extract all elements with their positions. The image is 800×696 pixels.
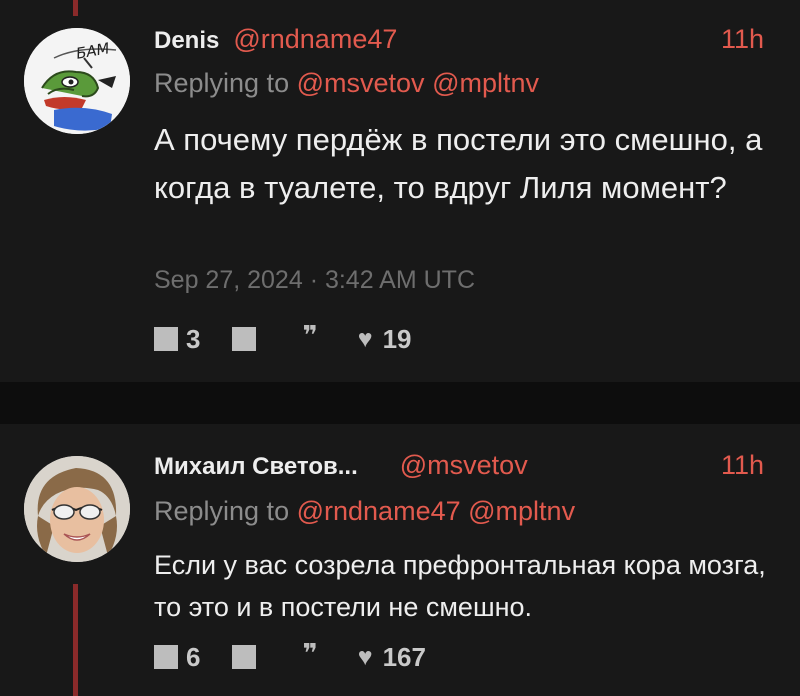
tweet-content: А почему пердёж в постели это смешно, а …	[154, 122, 763, 205]
mention-link[interactable]: @mpltnv	[432, 68, 539, 98]
quote-icon: ❞	[302, 638, 318, 668]
heart-icon: ♥	[357, 324, 373, 353]
user-handle[interactable]: @rndname47	[233, 24, 397, 55]
heart-icon: ♥	[357, 642, 373, 671]
quote-button[interactable]: ❞	[302, 322, 317, 352]
display-name[interactable]: Михаил Светов...	[154, 453, 358, 481]
tweet-header: Denis @rndname47 11h	[154, 24, 764, 60]
mention-link[interactable]: @rndname47	[297, 496, 461, 526]
tweet[interactable]: БАМ Denis @rndname47 11h Replying to @ms…	[0, 0, 800, 382]
like-count: 19	[382, 323, 412, 354]
tweet[interactable]: Михаил Светов... @msvetov 11h Replying t…	[0, 424, 800, 696]
quote-icon: ❞	[302, 320, 318, 350]
user-handle[interactable]: @msvetov	[400, 450, 528, 481]
like-button[interactable]: ♥ 19	[358, 324, 412, 355]
retweet-button[interactable]	[232, 645, 264, 669]
tweet-time[interactable]: 11h	[721, 24, 764, 55]
thread-line	[73, 584, 78, 696]
replying-label: Replying to	[154, 68, 290, 98]
retweet-button[interactable]	[232, 327, 264, 351]
tweet-date[interactable]: Sep 27, 2024 · 3:42 AM UTC	[154, 266, 475, 295]
retweet-icon	[232, 645, 257, 669]
reply-count: 6	[186, 641, 201, 672]
avatar[interactable]	[24, 456, 130, 562]
tweet-actions: 6 ❞ ♥ 167	[154, 640, 458, 673]
mention-link[interactable]: @mpltnv	[468, 496, 575, 526]
reply-icon	[154, 327, 178, 351]
quote-button[interactable]: ❞	[302, 640, 317, 670]
reply-button[interactable]: 6	[154, 642, 200, 673]
tweet-actions: 3 ❞ ♥ 19	[154, 322, 444, 355]
replying-to: Replying to @msvetov @mpltnv	[154, 68, 539, 99]
tweet-header: Михаил Светов... @msvetov 11h	[154, 450, 764, 486]
like-count: 167	[382, 641, 426, 672]
avatar-image	[24, 456, 130, 562]
avatar[interactable]: БАМ	[24, 28, 130, 134]
reply-icon	[154, 645, 178, 669]
display-name[interactable]: Denis	[154, 27, 219, 55]
tweet-separator	[0, 382, 800, 424]
reply-button[interactable]: 3	[154, 324, 200, 355]
replying-to: Replying to @rndname47 @mpltnv	[154, 496, 575, 527]
mention-link[interactable]: @msvetov	[297, 68, 425, 98]
like-button[interactable]: ♥ 167	[358, 642, 426, 673]
reply-count: 3	[186, 323, 201, 354]
tweet-content: Если у вас созрела префронтальная кора м…	[154, 550, 766, 622]
retweet-icon	[232, 327, 257, 351]
tweet-time[interactable]: 11h	[721, 450, 764, 481]
replying-label: Replying to	[154, 496, 290, 526]
thread-line	[73, 0, 78, 16]
